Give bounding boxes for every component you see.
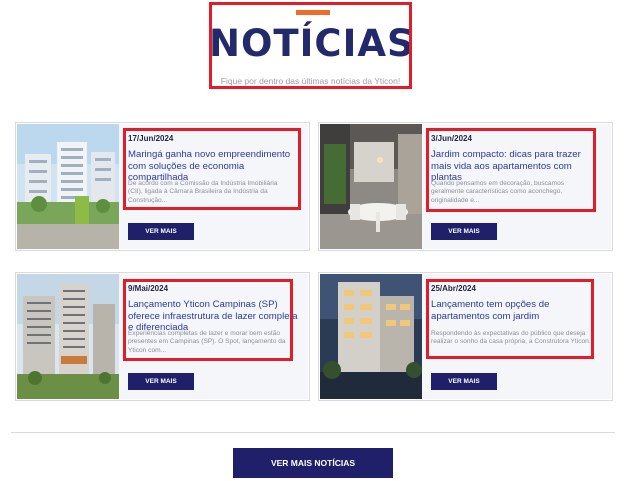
news-image-night-building[interactable] xyxy=(320,274,422,399)
news-highlight-box xyxy=(123,279,293,361)
read-more-button[interactable]: VER MAIS xyxy=(431,373,497,390)
news-highlight-box xyxy=(123,128,301,210)
read-more-button[interactable]: VER MAIS xyxy=(431,223,497,240)
news-image-interior[interactable] xyxy=(320,124,422,249)
read-more-button[interactable]: VER MAIS xyxy=(128,223,194,240)
news-card-2[interactable]: 3/Jun/2024 Jardim compacto: dicas para t… xyxy=(318,122,613,251)
header-highlight-box xyxy=(209,2,412,89)
more-news-button[interactable]: VER MAIS NOTÍCIAS xyxy=(233,448,393,478)
news-card-1[interactable]: 17/Jun/2024 Maringá ganha novo empreendi… xyxy=(15,122,310,251)
news-image-building[interactable] xyxy=(17,124,119,249)
news-card-4[interactable]: 25/Abr/2024 Lançamento tem opções de apa… xyxy=(318,272,613,401)
news-card-3[interactable]: 9/Mai/2024 Lançamento Yticon Campinas (S… xyxy=(15,272,310,401)
news-highlight-box xyxy=(426,128,596,212)
read-more-button[interactable]: VER MAIS xyxy=(128,373,194,390)
news-image-towers[interactable] xyxy=(17,274,119,399)
section-divider xyxy=(11,432,615,433)
news-highlight-box xyxy=(426,279,594,359)
